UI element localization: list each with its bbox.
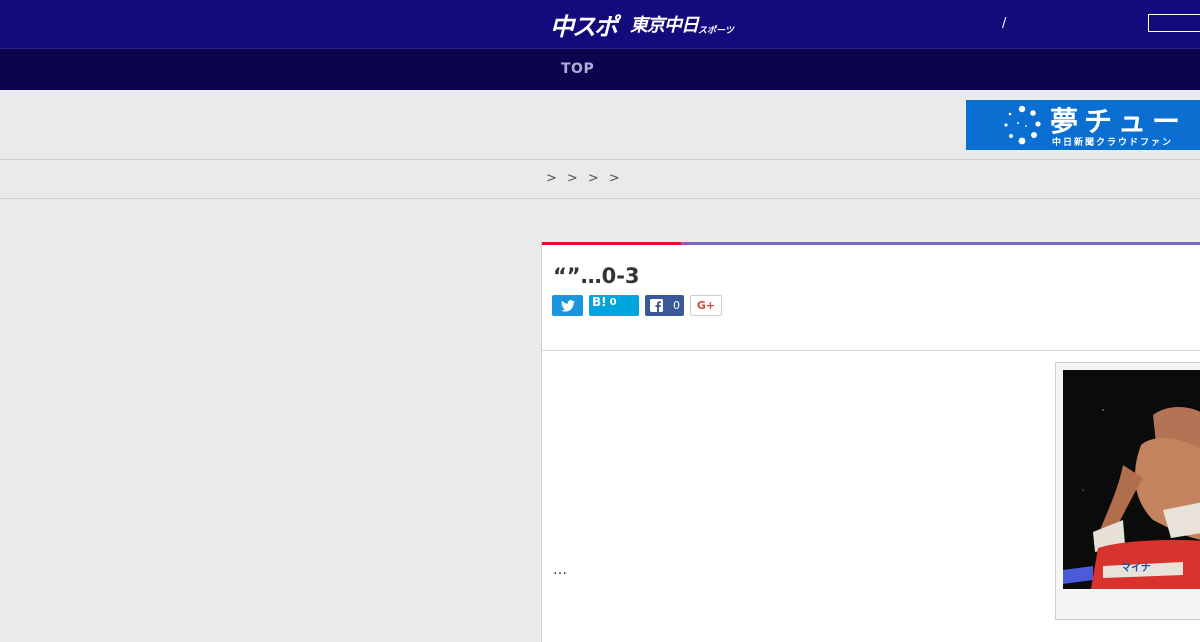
gplus-label: G+ (696, 299, 716, 312)
photo-frame: マイナ (1055, 362, 1200, 620)
breadcrumb: > > > > (0, 160, 1200, 199)
facebook-count: 0 (673, 299, 680, 312)
site-logo[interactable]: 中スポ 東京中日 スポーツ (550, 8, 734, 41)
hatena-bookmark-button[interactable]: B! 0 (589, 295, 639, 316)
facebook-share-button[interactable]: 0 (645, 295, 684, 316)
ad-band: 夢チュー 中日新聞クラウドファン (0, 90, 1200, 160)
banner-subline: 中日新聞クラウドファン (1052, 138, 1174, 148)
twitter-bird-icon (560, 299, 575, 312)
article-body: … (553, 562, 567, 578)
boxer-photo[interactable]: マイナ (1063, 370, 1200, 589)
boxer-photo-image: マイナ (1063, 370, 1200, 589)
search-input[interactable] (1148, 14, 1200, 32)
accent-bar-red (542, 242, 681, 245)
divider (542, 350, 1200, 351)
article-card: “”…0-3 B! 0 0 G+ … マイナ (541, 242, 1200, 642)
site-header: 中スポ 東京中日 スポーツ / (0, 0, 1200, 48)
breadcrumb-list: > > > > (546, 171, 620, 186)
breadcrumb-separator: > (566, 171, 578, 186)
breadcrumb-separator: > (587, 171, 599, 186)
yume-chu-banner[interactable]: 夢チュー 中日新聞クラウドファン (966, 100, 1200, 150)
dot-circle-icon (1004, 105, 1041, 145)
twitter-share-button[interactable] (552, 295, 583, 316)
accent-bar-purple (681, 242, 1200, 245)
header-separator: / (1002, 16, 1007, 31)
logo-tokyo-chunichi: 東京中日 (630, 15, 699, 36)
facebook-f-icon (650, 299, 663, 312)
nav-item-top[interactable]: TOP (561, 61, 594, 77)
sponsor-text: マイナ (1121, 562, 1151, 574)
banner-headline: 夢チュー (1050, 105, 1187, 138)
hatena-label: B! (592, 295, 607, 309)
breadcrumb-separator: > (546, 171, 557, 186)
logo-sports: スポーツ (698, 25, 734, 36)
logo-chuspo: 中スポ (550, 12, 618, 41)
breadcrumb-separator: > (608, 171, 620, 186)
article-title: “”…0-3 (553, 264, 640, 288)
hatena-count: 0 (609, 297, 617, 308)
google-plus-button[interactable]: G+ (690, 295, 722, 316)
global-nav: TOP (0, 48, 1200, 90)
